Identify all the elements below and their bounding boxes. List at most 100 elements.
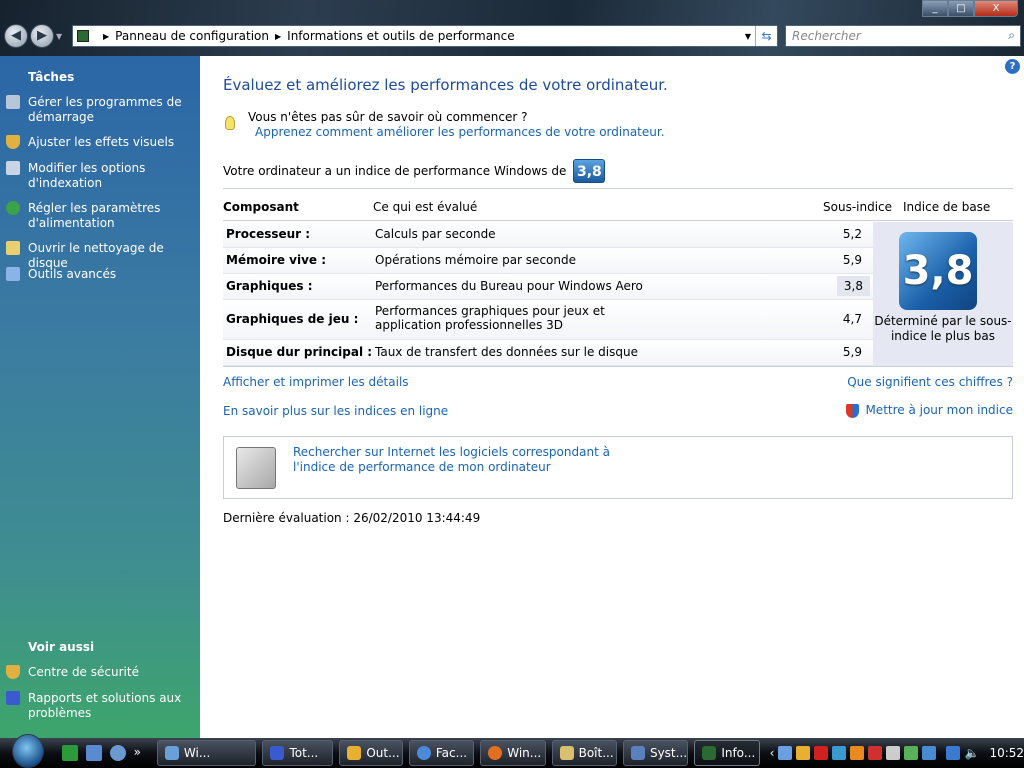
tray-icon[interactable]	[868, 746, 883, 760]
lightbulb-icon	[225, 116, 235, 130]
app-icon	[416, 746, 431, 760]
software-search-box: Rechercher sur Internet les logiciels co…	[223, 436, 1013, 499]
meaning-link[interactable]: Que signifient ces chiffres ?	[847, 375, 1013, 389]
tray-icon[interactable]	[922, 746, 937, 760]
main-panel: ? Évaluez et améliorez les performances …	[200, 56, 1024, 738]
app-icon	[630, 746, 645, 760]
header-evaluated: Ce qui est évalué	[373, 200, 478, 214]
search-input[interactable]: Rechercher ⌕	[785, 25, 1021, 47]
close-button[interactable]: X	[974, 0, 1018, 17]
app-icon	[164, 746, 179, 760]
last-evaluation: Dernière évaluation : 26/02/2010 13:44:4…	[223, 511, 481, 525]
address-dropdown-icon[interactable]: ▼	[745, 32, 751, 41]
quick-launch-icon[interactable]	[61, 745, 78, 761]
sidebar-item-label: Régler les paramètres d'alimentation	[28, 201, 161, 230]
startup-programs-icon	[6, 95, 20, 109]
taskbar-button[interactable]: Fac...	[408, 740, 475, 766]
indexing-icon	[6, 161, 20, 175]
taskbar-button-active[interactable]: Info...	[694, 740, 760, 766]
tray-icon[interactable]	[886, 746, 901, 760]
back-button[interactable]: ◀	[4, 24, 28, 48]
firefox-icon	[488, 746, 503, 760]
browser-icon[interactable]	[109, 745, 126, 761]
score-badge: 3,8	[573, 159, 606, 183]
help-icon[interactable]: ?	[1005, 59, 1020, 74]
taskbar-button[interactable]: Boît...	[551, 740, 617, 766]
show-desktop-icon[interactable]	[85, 745, 102, 761]
taskbar-button[interactable]: Out...	[339, 740, 403, 766]
java-icon[interactable]	[850, 746, 865, 760]
disk-cleanup-icon	[6, 241, 20, 255]
tray-icon[interactable]	[778, 746, 793, 760]
title-bar: _ □ X ◀ ▶ ▼ ▶ Panneau de configuration ▶…	[0, 0, 1024, 56]
app-icon	[270, 746, 285, 760]
table-row: Graphiques de jeu : Performances graphiqu…	[223, 300, 873, 340]
header-base-score: Indice de base	[903, 200, 991, 214]
control-panel-icon	[77, 30, 89, 42]
sidebar-item-label: Centre de sécurité	[28, 665, 139, 679]
sidebar-item-startup[interactable]: Gérer les programmes de démarrage	[6, 95, 196, 125]
breadcrumb-performance[interactable]: Informations et outils de performance	[287, 29, 514, 43]
volume-icon[interactable]: 🔈	[964, 746, 979, 760]
base-score-panel: 3,8 Déterminé par le sous-indice le plus…	[873, 222, 1013, 366]
taskbar-button[interactable]: Wi...	[156, 740, 257, 766]
quick-launch: »	[61, 745, 141, 761]
sidebar-item-label: Outils avancés	[28, 267, 117, 281]
table-row: Mémoire vive : Opérations mémoire par sec…	[223, 248, 873, 274]
forward-button[interactable]: ▶	[30, 24, 54, 48]
refresh-icon[interactable]: ⇆	[755, 26, 777, 46]
sidebar-item-visual-effects[interactable]: Ajuster les effets visuels	[6, 135, 196, 150]
table-row: Graphiques : Performances du Bureau pour …	[223, 274, 873, 300]
details-link[interactable]: Afficher et imprimer les détails	[223, 375, 409, 389]
software-search-link[interactable]: Rechercher sur Internet les logiciels co…	[293, 445, 623, 475]
advanced-tools-icon	[6, 267, 20, 281]
start-button[interactable]	[12, 734, 44, 768]
breadcrumb-separator-icon[interactable]: ▶	[103, 32, 109, 41]
table-row: Disque dur principal : Taux de transfert …	[223, 340, 873, 366]
power-icon	[6, 201, 20, 215]
shield-icon	[6, 135, 20, 149]
taskbar-button[interactable]: Win...	[480, 740, 546, 766]
clock[interactable]: 10:52	[989, 746, 1024, 760]
search-icon[interactable]: ⌕	[1008, 28, 1015, 43]
breadcrumb-control-panel[interactable]: Panneau de configuration	[115, 29, 269, 43]
sidebar-item-security-center[interactable]: Centre de sécurité	[6, 665, 196, 680]
learn-improve-link[interactable]: Apprenez comment améliorer les performan…	[255, 125, 665, 139]
lowest-subscore: 3,8	[836, 276, 870, 296]
see-also-heading: Voir aussi	[28, 640, 95, 654]
taskbar-button[interactable]: Syst...	[622, 740, 689, 766]
sidebar-item-indexing[interactable]: Modifier les options d'indexation	[6, 161, 196, 191]
base-score-badge: 3,8	[899, 232, 977, 310]
ati-icon[interactable]	[814, 746, 829, 760]
index-text: Votre ordinateur a un indice de performa…	[223, 164, 567, 178]
update-score-link[interactable]: Mettre à jour mon indice	[846, 403, 1013, 418]
hint-question: Vous n'êtes pas sûr de savoir où commenc…	[248, 110, 528, 124]
sidebar-item-problem-reports[interactable]: Rapports et solutions aux problèmes	[6, 691, 196, 721]
sidebar: Tâches Gérer les programmes de démarrage…	[0, 56, 200, 738]
chevron-icon[interactable]: »	[134, 745, 141, 761]
tray-icon[interactable]	[796, 746, 811, 760]
header-subscore: Sous-indice	[823, 200, 893, 214]
sidebar-item-label: Gérer les programmes de démarrage	[28, 95, 182, 124]
learn-more-link[interactable]: En savoir plus sur les indices en ligne	[223, 404, 448, 418]
minimize-button[interactable]: _	[922, 0, 948, 17]
taskbar: » Wi... Tot... Out... Fac... Win... Boît…	[0, 734, 1024, 768]
sidebar-item-label: Rapports et solutions aux problèmes	[28, 691, 182, 720]
sidebar-item-advanced-tools[interactable]: Outils avancés	[6, 267, 196, 282]
maximize-button[interactable]: □	[948, 0, 974, 17]
sidebar-item-power[interactable]: Régler les paramètres d'alimentation	[6, 201, 196, 231]
address-bar[interactable]: ▶ Panneau de configuration ▶ Information…	[72, 25, 778, 47]
breadcrumb-separator-icon[interactable]: ▶	[275, 32, 281, 41]
system-tray: ‹ 🔈	[770, 746, 979, 760]
tasks-heading: Tâches	[28, 70, 75, 84]
app-icon	[559, 746, 574, 760]
tray-icon[interactable]	[832, 746, 847, 760]
sidebar-item-label: Modifier les options d'indexation	[28, 161, 146, 190]
taskbar-button[interactable]: Tot...	[262, 740, 334, 766]
network-icon[interactable]	[946, 746, 961, 760]
app-icon	[702, 746, 717, 760]
history-dropdown-icon[interactable]: ▼	[56, 32, 62, 41]
problem-reports-icon	[6, 691, 20, 705]
tray-icon[interactable]	[904, 746, 919, 760]
tray-expand-icon[interactable]: ‹	[770, 746, 775, 760]
